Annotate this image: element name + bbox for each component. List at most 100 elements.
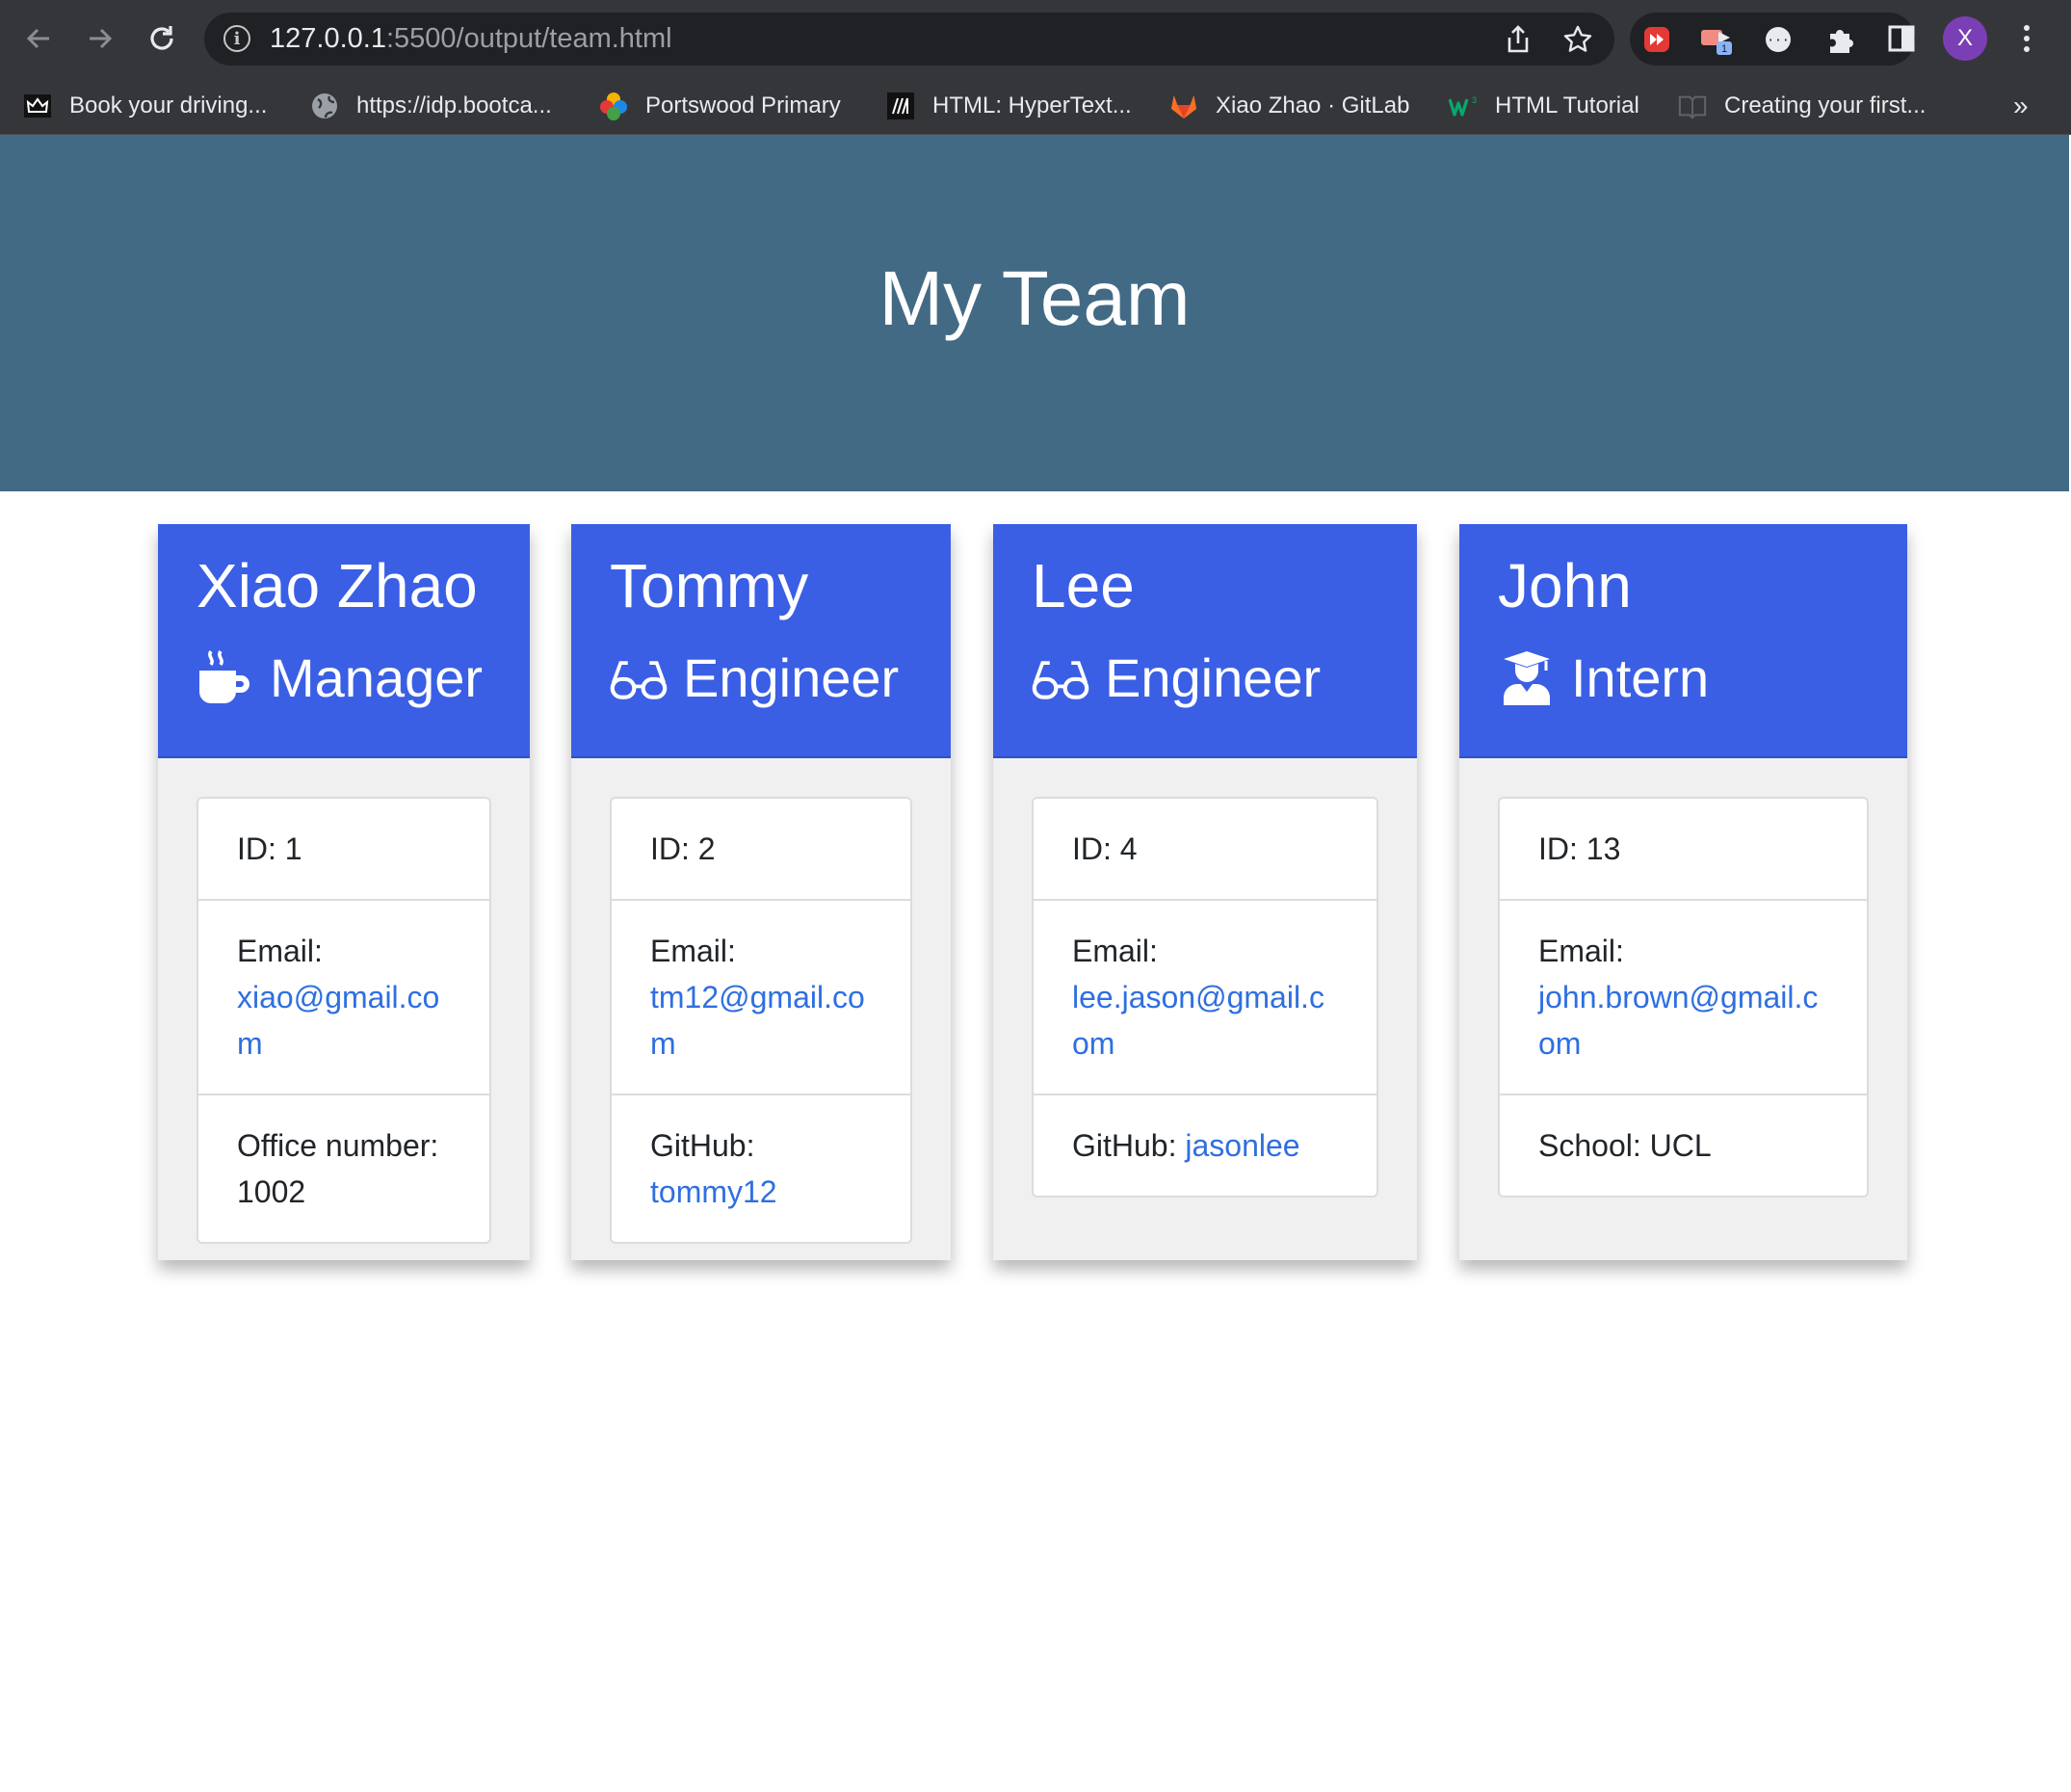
code-extension-icon[interactable]: {···} bbox=[1761, 22, 1796, 57]
role-label: Intern bbox=[1571, 647, 1710, 708]
url-path: :5500/output/team.html bbox=[385, 23, 672, 54]
id-label: ID: bbox=[237, 831, 276, 866]
employee-name: Tommy bbox=[610, 551, 809, 620]
office-number-label: Office number: bbox=[237, 1128, 439, 1163]
email-label: Email: bbox=[237, 934, 323, 968]
svg-text:3: 3 bbox=[1472, 95, 1477, 105]
site-info-icon[interactable]: i bbox=[223, 25, 250, 52]
card-header: Tommy Engineer bbox=[571, 524, 951, 758]
email-row: Email: xiao@gmail.com bbox=[198, 899, 489, 1094]
bookmark-label: Portswood Primary bbox=[645, 92, 841, 119]
details-list: ID: 13 Email: john.brown@gmail.com School… bbox=[1498, 797, 1869, 1198]
card-header: John Intern bbox=[1459, 524, 1907, 758]
bookmark-item[interactable]: HTML: HyperText... bbox=[886, 89, 1132, 123]
page-header: My Team bbox=[0, 135, 2069, 491]
employee-name: John bbox=[1498, 551, 1632, 620]
id-row: ID: 4 bbox=[1034, 799, 1376, 899]
bookmark-item[interactable]: 3 HTML Tutorial bbox=[1449, 89, 1639, 123]
employee-card: Tommy Engineer ID: 2 Email: tm12@gmail.co… bbox=[571, 524, 951, 1260]
github-row: GitHub: tommy12 bbox=[612, 1094, 910, 1242]
bookmark-label: Xiao Zhao · GitLab bbox=[1216, 92, 1410, 119]
employee-role: Engineer bbox=[1032, 647, 1378, 709]
email-label: Email: bbox=[650, 934, 736, 968]
email-link[interactable]: john.brown@gmail.com bbox=[1538, 980, 1818, 1061]
bookmark-label: HTML Tutorial bbox=[1495, 92, 1639, 119]
employee-role: Manager bbox=[197, 647, 491, 709]
details-list: ID: 4 Email: lee.jason@gmail.com GitHub: … bbox=[1032, 797, 1378, 1198]
book-icon bbox=[1678, 92, 1707, 120]
bookmark-item[interactable]: Xiao Zhao · GitLab bbox=[1169, 89, 1409, 123]
id-row: ID: 1 bbox=[198, 799, 489, 899]
bookmark-label: HTML: HyperText... bbox=[932, 92, 1132, 119]
back-button[interactable] bbox=[13, 13, 64, 64]
employee-card: John Intern ID: 13 Email: john.brown@gmai… bbox=[1459, 524, 1907, 1260]
w3schools-icon: 3 bbox=[1449, 92, 1478, 120]
details-list: ID: 2 Email: tm12@gmail.com GitHub: tommy1… bbox=[610, 797, 912, 1244]
bookmark-label: Book your driving... bbox=[69, 92, 268, 119]
email-link[interactable]: xiao@gmail.com bbox=[237, 980, 439, 1061]
flower-icon bbox=[599, 92, 628, 120]
address-bar[interactable]: i 127.0.0.1:5500/output/team.html bbox=[204, 13, 1614, 66]
bookmark-label: Creating your first... bbox=[1724, 92, 1927, 119]
id-row: ID: 13 bbox=[1500, 799, 1867, 899]
role-label: Engineer bbox=[1105, 647, 1322, 708]
coffee-mug-icon bbox=[197, 649, 254, 707]
card-header: Lee Engineer bbox=[993, 524, 1417, 758]
school-row: School: UCL bbox=[1500, 1094, 1867, 1196]
details-list: ID: 1 Email: xiao@gmail.com Office number… bbox=[197, 797, 491, 1244]
id-value: 2 bbox=[697, 831, 716, 866]
employee-role: Engineer bbox=[610, 647, 912, 709]
github-label: GitHub: bbox=[1072, 1128, 1177, 1163]
extensions-area: 1 {···} bbox=[1630, 13, 1915, 66]
card-header: Xiao Zhao Manager bbox=[158, 524, 530, 758]
more-bookmarks-button[interactable]: » bbox=[2013, 91, 2029, 121]
office-number-row: Office number: 1002 bbox=[198, 1094, 489, 1242]
bookmark-item[interactable]: Creating your first... bbox=[1678, 89, 1926, 123]
reload-button[interactable] bbox=[137, 13, 187, 64]
puzzle-extensions-icon[interactable] bbox=[1822, 22, 1857, 57]
mdn-icon bbox=[886, 92, 915, 120]
id-label: ID: bbox=[1538, 831, 1578, 866]
bookmark-label: https://idp.bootca... bbox=[356, 92, 552, 119]
profile-avatar[interactable]: X bbox=[1943, 16, 1987, 61]
cast-extension-icon[interactable]: 1 bbox=[1699, 22, 1734, 57]
id-row: ID: 2 bbox=[612, 799, 910, 899]
email-label: Email: bbox=[1072, 934, 1158, 968]
id-label: ID: bbox=[1072, 831, 1112, 866]
glasses-icon bbox=[1032, 649, 1089, 707]
bookmark-star-icon[interactable] bbox=[1562, 24, 1593, 55]
github-label: GitHub: bbox=[650, 1128, 755, 1163]
id-value: 1 bbox=[284, 831, 302, 866]
share-icon[interactable] bbox=[1503, 24, 1534, 55]
forward-arrow-icon bbox=[90, 28, 113, 49]
forward-button[interactable] bbox=[75, 13, 125, 64]
globe-icon bbox=[310, 92, 339, 120]
employee-name: Lee bbox=[1032, 551, 1135, 620]
url-text[interactable]: 127.0.0.1:5500/output/team.html bbox=[270, 25, 672, 53]
email-link[interactable]: tm12@gmail.com bbox=[650, 980, 865, 1061]
reload-icon bbox=[150, 26, 173, 50]
glasses-icon bbox=[610, 649, 668, 707]
email-row: Email: john.brown@gmail.com bbox=[1500, 899, 1867, 1094]
employee-card: Lee Engineer ID: 4 Email: lee.jason@gmail… bbox=[993, 524, 1417, 1260]
bookmark-item[interactable]: Portswood Primary bbox=[599, 89, 841, 123]
side-panel-icon[interactable] bbox=[1884, 21, 1919, 56]
id-label: ID: bbox=[650, 831, 690, 866]
employee-card: Xiao Zhao Manager ID: 1 Email: xiao@gmail… bbox=[158, 524, 530, 1260]
bookmark-item[interactable]: https://idp.bootca... bbox=[310, 89, 552, 123]
id-value: 13 bbox=[1586, 831, 1621, 866]
video-extension-icon[interactable] bbox=[1639, 22, 1674, 57]
email-link[interactable]: lee.jason@gmail.com bbox=[1072, 980, 1324, 1061]
email-row: Email: lee.jason@gmail.com bbox=[1034, 899, 1376, 1094]
bookmark-item[interactable]: Book your driving... bbox=[23, 89, 267, 123]
employee-role: Intern bbox=[1498, 647, 1869, 709]
bookmarks-bar: Book your driving... https://idp.bootca.… bbox=[0, 77, 2071, 135]
github-link[interactable]: tommy12 bbox=[650, 1174, 777, 1209]
role-label: Engineer bbox=[683, 647, 900, 708]
github-link[interactable]: jasonlee bbox=[1185, 1128, 1299, 1163]
employee-name: Xiao Zhao bbox=[197, 551, 478, 620]
email-label: Email: bbox=[1538, 934, 1624, 968]
school-value: UCL bbox=[1649, 1128, 1712, 1163]
back-arrow-icon bbox=[26, 28, 49, 49]
menu-kebab-icon[interactable] bbox=[2009, 21, 2044, 56]
